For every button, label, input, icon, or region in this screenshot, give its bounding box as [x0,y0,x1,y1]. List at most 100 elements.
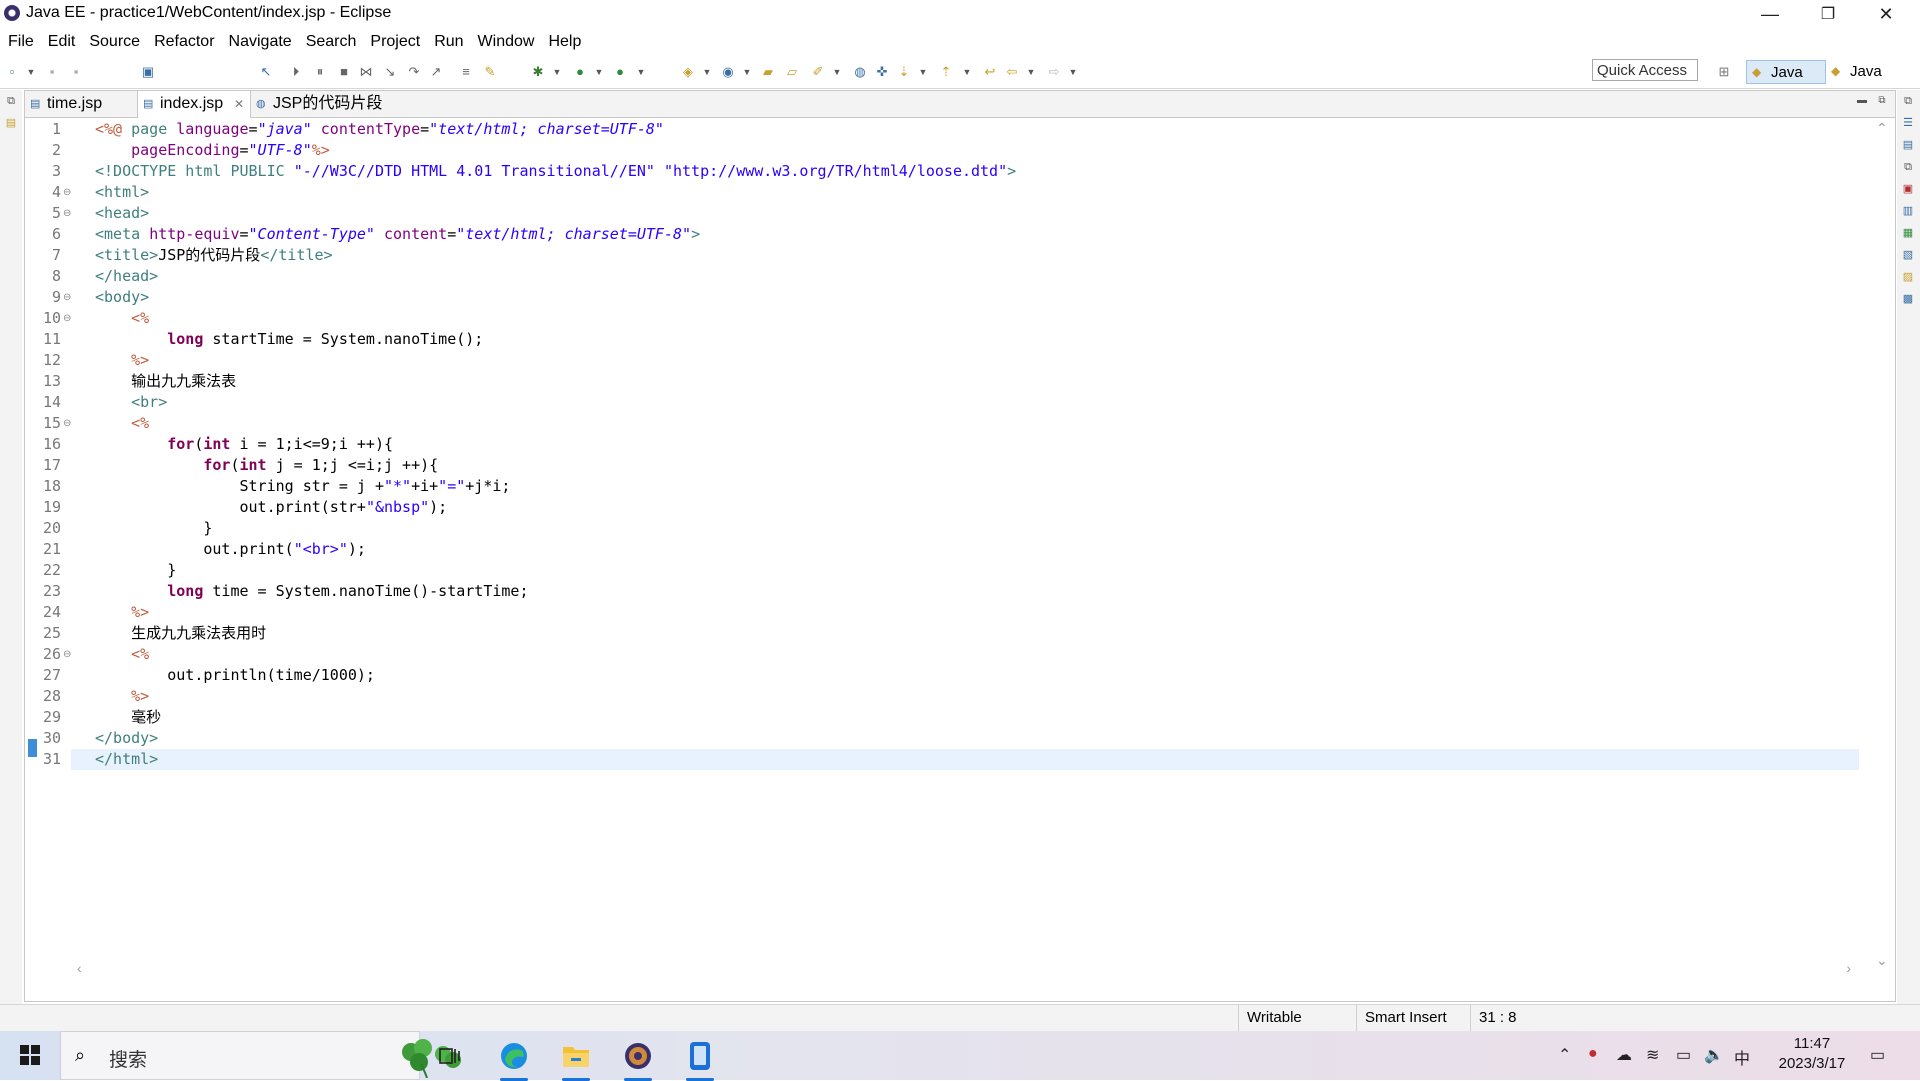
code-line[interactable]: <body> [95,287,1859,308]
show-hidden-icons-icon[interactable]: ⌃ [1558,1045,1571,1065]
taskbar-clock[interactable]: 11:47 2023/3/17 [1770,1034,1854,1074]
run-icon[interactable]: ● [572,64,588,80]
prev-annotation-dropdown-icon[interactable]: ▼ [962,64,972,80]
taskbar-search-box[interactable]: ⌕ 搜索 [60,1031,461,1080]
vertical-scrollbar[interactable]: ⌃ ⌄ [1871,118,1895,980]
web-browser-icon[interactable]: ◍ [852,64,868,80]
battery-icon[interactable]: ▭ [1676,1045,1691,1065]
restore-bottom-view-icon[interactable]: ⧉ [1901,160,1915,174]
scroll-up-icon[interactable]: ⌃ [1876,120,1888,137]
windows-start-icon[interactable] [20,1045,40,1065]
code-line[interactable]: out.print(str+"&nbsp"); [95,497,1859,518]
skip-breakpoints-icon[interactable]: ✎ [482,64,498,80]
scroll-left-icon[interactable]: ‹ [77,960,82,976]
new-server-dropdown-icon[interactable]: ▼ [702,64,712,80]
code-line[interactable]: <html> [95,182,1859,203]
prev-annotation-icon[interactable]: ⇡ [938,64,954,80]
save-icon[interactable]: ▪ [44,64,60,80]
code-line[interactable]: <meta http-equiv="Content-Type" content=… [95,224,1859,245]
menu-refactor[interactable]: Refactor [146,28,220,55]
search-tool-dropdown-icon[interactable]: ▼ [832,64,842,80]
code-line[interactable]: </html> [95,749,1859,770]
code-line[interactable]: %> [95,350,1859,371]
tab-index-jsp[interactable]: ▤ index.jsp ✕ [137,91,251,118]
run-dropdown-icon[interactable]: ▼ [594,64,604,80]
new-server-icon[interactable]: ◈ [680,64,696,80]
project-explorer-icon[interactable]: ▤ [4,116,18,130]
step-into-icon[interactable]: ↘ [382,64,398,80]
resume-icon[interactable]: ⏵ [288,64,304,80]
perspective-java-ee[interactable]: ◆ Java EE [1746,60,1826,105]
edge-browser-icon[interactable] [494,1037,534,1081]
forward-icon[interactable]: ⇨ [1046,64,1062,80]
wifi-icon[interactable]: ≋ [1646,1045,1659,1065]
code-line[interactable]: <% [95,413,1859,434]
quick-access-input[interactable]: Quick Access [1592,59,1698,81]
code-line[interactable]: out.print("<br>"); [95,539,1859,560]
code-line[interactable]: for(int j = 1;j <=i;j ++){ [95,455,1859,476]
ime-indicator[interactable]: 中 [1734,1045,1750,1069]
code-line[interactable]: } [95,518,1859,539]
status-insert-mode[interactable]: Smart Insert [1356,1005,1470,1031]
step-over-icon[interactable]: ↷ [406,64,422,80]
minimize-button[interactable]: — [1742,0,1798,28]
scroll-right-icon[interactable]: › [1846,960,1851,976]
code-line[interactable]: 毫秒 [95,707,1859,728]
code-line[interactable]: 输出九九乘法表 [95,371,1859,392]
qq-tray-icon[interactable]: ● [1588,1045,1598,1063]
code-line[interactable]: %> [95,686,1859,707]
fold-toggle-icon[interactable]: ⊖ [63,413,73,434]
menu-navigate[interactable]: Navigate [221,28,298,55]
open-type-icon[interactable]: ▰ [760,64,776,80]
code-line[interactable]: <br> [95,392,1859,413]
code-area[interactable]: 1 <%@ page language="java" contentType="t… [25,118,1895,980]
code-line[interactable]: out.println(time/1000); [95,665,1859,686]
code-line[interactable]: long time = System.nanoTime()-startTime; [95,581,1859,602]
external-tools-icon[interactable]: ● [612,64,628,80]
suspend-icon[interactable]: ⏸ [312,64,328,80]
back-icon[interactable]: ⇦ [1004,64,1020,80]
restore-button[interactable]: ❐ [1800,0,1856,28]
code-line[interactable]: long startTime = System.nanoTime(); [95,329,1859,350]
close-tab-icon[interactable]: ✕ [234,91,244,117]
servers-icon[interactable]: ▣ [140,64,156,80]
code-line[interactable]: String str = j +"*"+i+"="+j*i; [95,476,1859,497]
save-all-icon[interactable]: ▪ [68,64,84,80]
scroll-down-icon[interactable]: ⌄ [1876,952,1888,969]
menu-help[interactable]: Help [540,28,587,55]
code-line[interactable]: for(int i = 1;i<=9;i ++){ [95,434,1859,455]
fold-toggle-icon[interactable]: ⊖ [63,287,73,308]
last-edit-icon[interactable]: ↩ [982,64,998,80]
file-explorer-icon[interactable] [556,1037,596,1081]
code-line[interactable]: <title>JSP的代码片段</title> [95,245,1859,266]
menu-source[interactable]: Source [81,28,146,55]
fold-toggle-icon[interactable]: ⊖ [63,182,73,203]
search-tool-icon[interactable]: ✐ [810,64,826,80]
tab-time-jsp[interactable]: ▤ time.jsp [25,91,137,117]
phone-link-icon[interactable] [680,1037,720,1081]
forward-dropdown-icon[interactable]: ▼ [1068,64,1078,80]
tab-browser-preview[interactable]: ◍ JSP的代码片段 [251,91,397,117]
snippets-icon[interactable]: ▨ [1901,270,1915,284]
code-line[interactable]: <% [95,644,1859,665]
data-source-icon[interactable]: ▧ [1901,248,1915,262]
properties-icon[interactable]: ▥ [1901,204,1915,218]
outline-icon[interactable]: ☰ [1901,116,1915,130]
back-dropdown-icon[interactable]: ▼ [1026,64,1036,80]
open-resource-icon[interactable]: ▱ [784,64,800,80]
console-icon[interactable]: ▩ [1901,292,1915,306]
minimize-editor-icon[interactable]: ▬ [1855,94,1869,108]
fold-toggle-icon[interactable]: ⊖ [63,203,73,224]
horizontal-scrollbar[interactable]: ‹ › [71,958,1859,980]
menu-search[interactable]: Search [298,28,363,55]
speaker-muted-icon[interactable]: 🔈 [1704,1045,1724,1065]
servers-view-icon[interactable]: ▦ [1901,226,1915,240]
new-icon[interactable]: ▫ [4,64,20,80]
new-class-icon[interactable]: ◉ [720,64,736,80]
eclipse-taskbar-icon[interactable] [618,1037,658,1081]
step-return-icon[interactable]: ↗ [428,64,444,80]
code-line[interactable]: </body> [95,728,1859,749]
new-dropdown-icon[interactable]: ▼ [26,64,36,80]
code-line[interactable]: pageEncoding="UTF-8"%> [95,140,1859,161]
menu-file[interactable]: File [0,28,40,55]
